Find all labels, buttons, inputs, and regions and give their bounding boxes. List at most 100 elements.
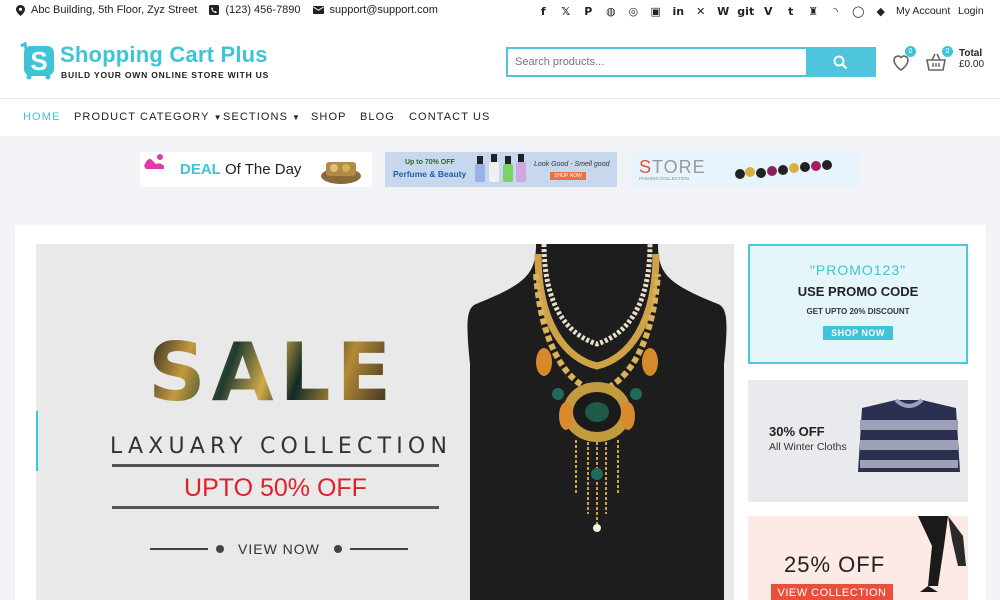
promo-subtitle: GET UPTO 20% DISCOUNT [806,307,910,316]
bracelet-image [735,160,832,179]
facebook-icon[interactable]: f [532,3,555,20]
flickr-icon[interactable]: ▣ [645,3,668,20]
promo-shop-now-button[interactable]: SHOP NOW [823,326,893,340]
main-nav: HOME PRODUCT CATEGORY ▼ SECTIONS ▼ SHOP BL… [0,98,1000,136]
perfume-tagline: Look Good - Smell good [534,161,610,168]
svg-text:S: S [30,46,47,76]
tumblr-icon[interactable]: t [780,3,803,20]
store-fashion-banner[interactable]: STORE FASHION COLLECTION [630,152,860,187]
phone-item[interactable]: (123) 456-7890 [209,4,301,16]
view-collection-button[interactable]: VIEW COLLECTION [771,584,893,600]
phone-text[interactable]: (123) 456-7890 [225,4,300,16]
git-icon[interactable]: git [735,3,758,20]
email-text[interactable]: support@support.com [330,4,438,16]
search-input[interactable] [508,49,806,75]
nav-product-category[interactable]: PRODUCT CATEGORY ▼ [74,111,223,123]
top-bar: Abc Building, 5th Floor, Zyz Street (123… [0,0,1000,24]
address-text: Abc Building, 5th Floor, Zyz Street [31,4,198,16]
site-tagline: BUILD YOUR OWN ONLINE STORE WITH US [61,70,270,80]
linkedin-icon[interactable]: in [667,3,690,20]
hero-view-now-label: VIEW NOW [238,541,320,557]
pinterest-icon[interactable]: P [577,3,600,20]
deal-title: DEAL Of The Day [180,161,301,178]
contact-info: Abc Building, 5th Floor, Zyz Street (123… [16,4,444,16]
nav-sections[interactable]: SECTIONS ▼ [223,111,301,123]
search-bar [506,47,876,77]
deal-title-rest: Of The Day [220,161,302,178]
promo-code: "PROMO123" [809,262,907,278]
site-header: S Shopping Cart Plus BUILD YOUR OWN ONLI… [0,24,1000,98]
wishlist-count-badge: 0 [905,46,916,57]
cta-dot-left [216,545,224,553]
winter-subtitle: All Winter Cloths [769,441,847,453]
hero-sale-heading: SALE [148,326,398,419]
instagram-icon[interactable]: ◎ [622,3,645,20]
hero-divider-top [112,464,439,467]
social-links: f 𝕏 P ◍ ◎ ▣ in ✕ Wgit Vt ♜ ◝ ◯ ◆ [532,3,892,20]
dribbble-icon[interactable]: ◍ [600,3,623,20]
promo-code-banner[interactable]: "PROMO123" USE PROMO CODE GET UPTO 20% D… [748,244,968,364]
cart-total[interactable]: Total £0.00 [959,48,984,70]
nav-blog[interactable]: BLOG [360,111,395,123]
nav-contact-us[interactable]: CONTACT US [409,111,491,123]
hero-slider[interactable]: SALE LAXUARY COLLECTION UPTO 50% OFF VIE… [36,244,734,600]
feed-icon[interactable]: ◝ [825,3,848,20]
search-button[interactable] [806,49,874,75]
wikipedia-icon[interactable]: W [712,3,735,20]
nail-polish-image [475,154,526,182]
store-title-rest: TORE [652,157,706,177]
nav-home[interactable]: HOME [23,111,60,123]
deal-title-highlight: DEAL [180,161,221,178]
email-item[interactable]: support@support.com [312,4,438,16]
perfume-shop-now-button[interactable]: SHOP NOW [550,172,586,180]
cart-total-label: Total [959,48,983,59]
sweater-image [858,398,960,472]
foursquare-icon[interactable]: ♜ [802,3,825,20]
necklace-mannequin-image [467,244,727,600]
hero-divider-bottom [112,506,439,509]
chevron-down-icon: ▼ [292,113,302,122]
chevron-down-icon: ▼ [213,113,223,122]
fashion-discount: 25% OFF [784,552,886,577]
nav-product-category-label: PRODUCT CATEGORY [74,111,210,123]
nav-shop[interactable]: SHOP [311,111,347,123]
nav-sections-label: SECTIONS [223,111,289,123]
hero-offer-text: UPTO 50% OFF [184,474,367,502]
my-account-link[interactable]: My Account [896,5,950,17]
store-subtitle: FASHION COLLECTION [639,176,689,181]
store-title-initial: S [639,157,653,177]
site-title[interactable]: Shopping Cart Plus [60,42,268,68]
winter-sale-banner[interactable]: 30% OFF All Winter Cloths [748,380,968,502]
cart-count-badge: 0 [942,46,953,57]
whatsapp-icon[interactable]: ◯ [847,3,870,20]
shoe-icon [144,154,164,169]
phone-icon [209,5,220,15]
perfume-discount: Up to 70% OFF [405,159,455,166]
fashion-sale-banner[interactable]: 25% OFF VIEW COLLECTION [748,516,968,600]
login-link[interactable]: Login [958,5,984,17]
location-pin-icon [16,4,25,16]
jewelry-box-image [321,162,361,184]
deal-of-the-day-banner[interactable]: DEAL Of The Day [140,152,372,187]
slider-indicator[interactable] [36,411,38,471]
perfume-beauty-banner[interactable]: Up to 70% OFF Perfume & Beauty Look Good… [385,152,617,187]
x-icon[interactable]: 𝕏 [555,3,578,20]
hero-collection-title: LAXUARY COLLECTION [110,434,453,459]
cta-line-left [150,548,208,550]
address-item: Abc Building, 5th Floor, Zyz Street [16,4,197,16]
search-icon [833,55,847,69]
store-title: STORE [639,157,706,178]
vine-icon[interactable]: V [757,3,780,20]
hero-view-now-button[interactable]: VIEW NOW [150,541,408,557]
cta-line-right [349,548,408,550]
promo-title: USE PROMO CODE [797,284,919,299]
model-legs-image [918,516,966,592]
winter-discount: 30% OFF [769,424,825,439]
envelope-icon [312,6,324,14]
cart-total-value: £0.00 [959,59,985,70]
logo-cart-icon[interactable]: S [15,38,59,80]
dropbox-icon[interactable]: ◆ [870,3,893,20]
perfume-title: Perfume & Beauty [393,169,467,179]
cta-dot-right [333,545,342,553]
xing-icon[interactable]: ✕ [690,3,713,20]
